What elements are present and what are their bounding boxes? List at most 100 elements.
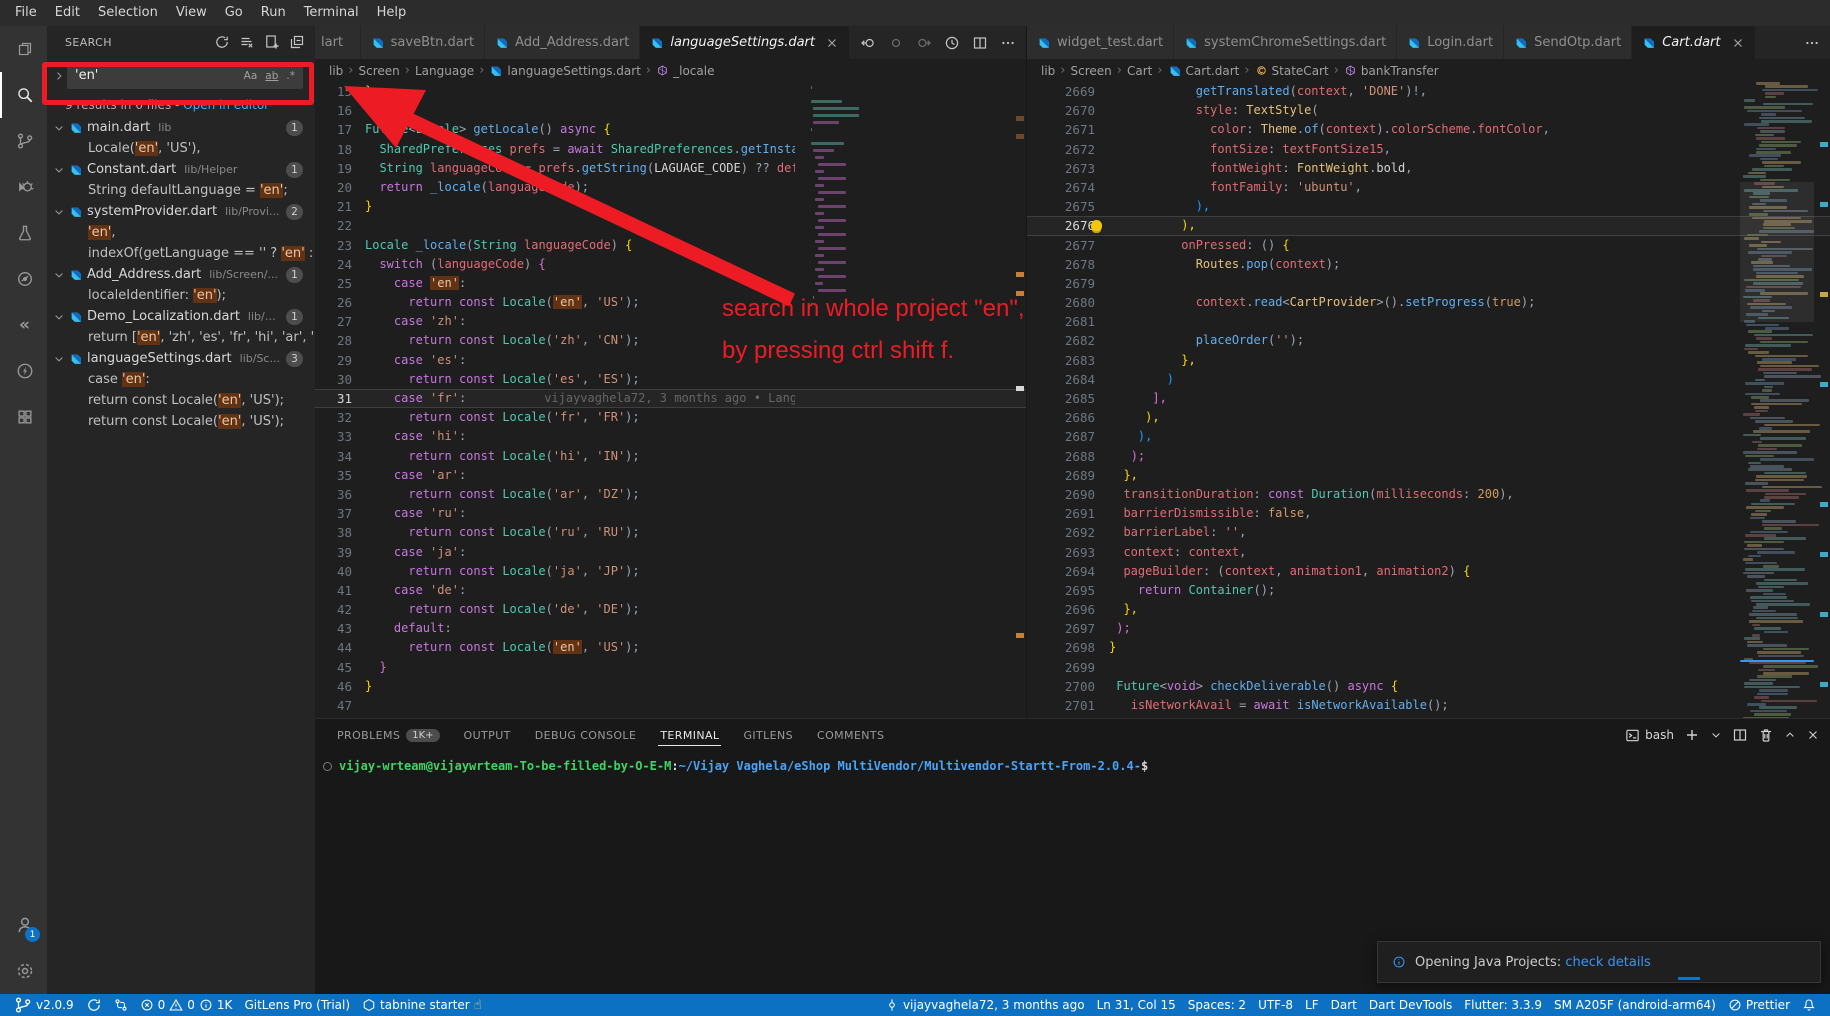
menu-help[interactable]: Help (368, 0, 416, 26)
kill-terminal-icon[interactable] (1758, 727, 1774, 743)
status-dart-devtools[interactable]: Dart DevTools (1363, 994, 1458, 1016)
refresh-icon[interactable] (214, 34, 230, 50)
code-line[interactable]: 21} (315, 197, 1026, 216)
lightbulb-icon[interactable] (1091, 220, 1102, 231)
status-cursor-position[interactable]: Ln 31, Col 15 (1091, 994, 1182, 1016)
menu-file[interactable]: File (6, 0, 46, 26)
search-result-file[interactable]: Demo_Localization.dartlib/S...1 (47, 306, 315, 327)
search-result-file[interactable]: Constant.dartlib/Helper1 (47, 159, 315, 180)
close-icon[interactable] (1731, 36, 1745, 50)
panel-tab-terminal[interactable]: TERMINAL (652, 719, 727, 751)
minimap-right[interactable] (1740, 82, 1814, 718)
code-line[interactable]: 2693 context: context, (1027, 543, 1830, 562)
status-encoding[interactable]: UTF-8 (1252, 994, 1299, 1016)
file-history-icon[interactable] (944, 35, 960, 51)
menu-selection[interactable]: Selection (89, 0, 167, 26)
status-git-branch[interactable]: v2.0.9 (8, 994, 80, 1016)
search-result-match[interactable]: return const Locale('en', 'US'); (47, 411, 315, 432)
status-indentation[interactable]: Spaces: 2 (1182, 994, 1252, 1016)
code-line[interactable]: 2695 return Container(); (1027, 581, 1830, 600)
code-line[interactable]: 2692 barrierLabel: '', (1027, 523, 1830, 542)
breadcrumb-item[interactable]: Screen (359, 64, 400, 78)
breadcrumb-item[interactable]: Language (415, 64, 474, 78)
code-line[interactable]: 2698} (1027, 638, 1830, 657)
collapse-all-icon[interactable] (289, 34, 305, 50)
code-line[interactable]: 18 SharedPreferences prefs = await Share… (315, 140, 1026, 159)
code-line[interactable]: 46} (315, 677, 1026, 696)
code-line[interactable]: 2697 ); (1027, 619, 1830, 638)
more-actions-icon[interactable] (1000, 35, 1016, 51)
code-line[interactable]: 2681 (1027, 312, 1830, 331)
tab-lart[interactable]: lart (315, 26, 361, 59)
status-sync[interactable] (80, 994, 108, 1016)
chevron-down-icon[interactable] (53, 353, 65, 365)
search-result-file[interactable]: main.dartlib1 (47, 117, 315, 138)
status-git-compare[interactable] (108, 994, 134, 1016)
chevron-down-icon[interactable] (53, 311, 65, 323)
breadcrumb-item[interactable]: Cart (1127, 64, 1152, 78)
status-tabnine[interactable]: tabnine starter☝ (356, 994, 488, 1016)
panel-tab-problems[interactable]: PROBLEMS1K+ (329, 719, 448, 751)
search-result-file[interactable]: Add_Address.dartlib/Screen/...1 (47, 264, 315, 285)
search-result-match[interactable]: return const Locale('en', 'US'); (47, 390, 315, 411)
code-line[interactable]: 2685 ], (1027, 389, 1830, 408)
code-line[interactable]: 38 return const Locale('ru', 'RU'); (315, 523, 1026, 542)
breadcrumb-item[interactable]: Cart.dart (1168, 64, 1240, 78)
code-line[interactable]: 2672 fontSize: textFontSize15, (1027, 140, 1830, 159)
breadcrumb-item[interactable]: Screen (1071, 64, 1112, 78)
status-notifications[interactable] (1796, 994, 1822, 1016)
open-new-search-editor-icon[interactable] (264, 34, 280, 50)
code-line[interactable]: 41 case 'de': (315, 581, 1026, 600)
code-line[interactable]: 15} (315, 82, 1026, 101)
breadcrumb-item[interactable]: lib (1041, 64, 1055, 78)
status-gitlens-pro[interactable]: GitLens Pro (Trial) (238, 994, 356, 1016)
status-problems[interactable]: 001K (134, 994, 239, 1016)
terminal-dropdown-icon[interactable] (1710, 727, 1722, 743)
code-line[interactable]: 2691 barrierDismissible: false, (1027, 504, 1830, 523)
code-line[interactable]: 24 switch (languageCode) { (315, 255, 1026, 274)
tab-savebtn-dart[interactable]: saveBtn.dart (361, 26, 485, 59)
code-line[interactable]: 2669 getTranslated(context, 'DONE')!, (1027, 82, 1830, 101)
menu-terminal[interactable]: Terminal (295, 0, 368, 26)
code-editor-right[interactable]: 2669 getTranslated(context, 'DONE')!, 267… (1027, 82, 1830, 718)
minimap-slider[interactable] (1740, 182, 1814, 322)
code-line[interactable]: 16 (315, 101, 1026, 120)
code-line[interactable]: 42 return const Locale('de', 'DE'); (315, 600, 1026, 619)
activity-accounts[interactable]: 1 (0, 902, 47, 948)
chevron-down-icon[interactable] (53, 269, 65, 281)
code-line[interactable]: 37 case 'ru': (315, 504, 1026, 523)
code-editor-left[interactable]: 15}1617Future<Locale> getLocale() async … (315, 82, 1026, 718)
close-icon[interactable] (825, 36, 839, 50)
code-line[interactable]: 2700 Future<void> checkDeliverable() asy… (1027, 677, 1830, 696)
breadcrumb-item[interactable]: StateCart (1255, 64, 1329, 78)
search-result-match[interactable]: Locale('en', 'US'), (47, 138, 315, 159)
code-line[interactable]: 2694 pageBuilder: (context, animation1, … (1027, 562, 1830, 581)
code-line[interactable]: 36 return const Locale('ar', 'DZ'); (315, 485, 1026, 504)
tab-login-dart[interactable]: Login.dart (1397, 26, 1504, 59)
code-line[interactable]: 44 return const Locale('en', 'US'); (315, 638, 1026, 657)
status-eol[interactable]: LF (1299, 994, 1325, 1016)
code-line[interactable]: 2679 (1027, 274, 1830, 293)
code-line[interactable]: 2676 ), (1027, 216, 1830, 235)
code-line[interactable]: 47 (315, 696, 1026, 715)
code-line[interactable]: 32 return const Locale('fr', 'FR'); (315, 408, 1026, 427)
new-terminal-icon[interactable] (1684, 727, 1700, 743)
chevron-down-icon[interactable] (53, 206, 65, 218)
open-previous-change-icon[interactable] (860, 35, 876, 51)
maximize-panel-icon[interactable] (1784, 727, 1796, 743)
code-line[interactable]: 33 case 'hi': (315, 427, 1026, 446)
breadcrumb-item[interactable]: lib (329, 64, 343, 78)
chevron-down-icon[interactable] (53, 122, 65, 134)
split-terminal-icon[interactable] (1732, 727, 1748, 743)
breadcrumb-item[interactable]: _locale (656, 64, 714, 78)
code-line[interactable]: 2683 }, (1027, 351, 1830, 370)
check-details-link[interactable]: check details (1565, 955, 1651, 970)
status-prettier[interactable]: Prettier (1722, 994, 1796, 1016)
code-line[interactable]: 2677 onPressed: () { (1027, 236, 1830, 255)
more-actions-icon[interactable] (1804, 35, 1820, 51)
code-line[interactable]: 23Locale _locale(String languageCode) { (315, 236, 1026, 255)
code-line[interactable]: 2673 fontWeight: FontWeight.bold, (1027, 159, 1830, 178)
close-panel-icon[interactable] (1806, 727, 1820, 743)
status-blame[interactable]: vijayvaghela72, 3 months ago (879, 994, 1091, 1016)
chevron-down-icon[interactable] (53, 164, 65, 176)
